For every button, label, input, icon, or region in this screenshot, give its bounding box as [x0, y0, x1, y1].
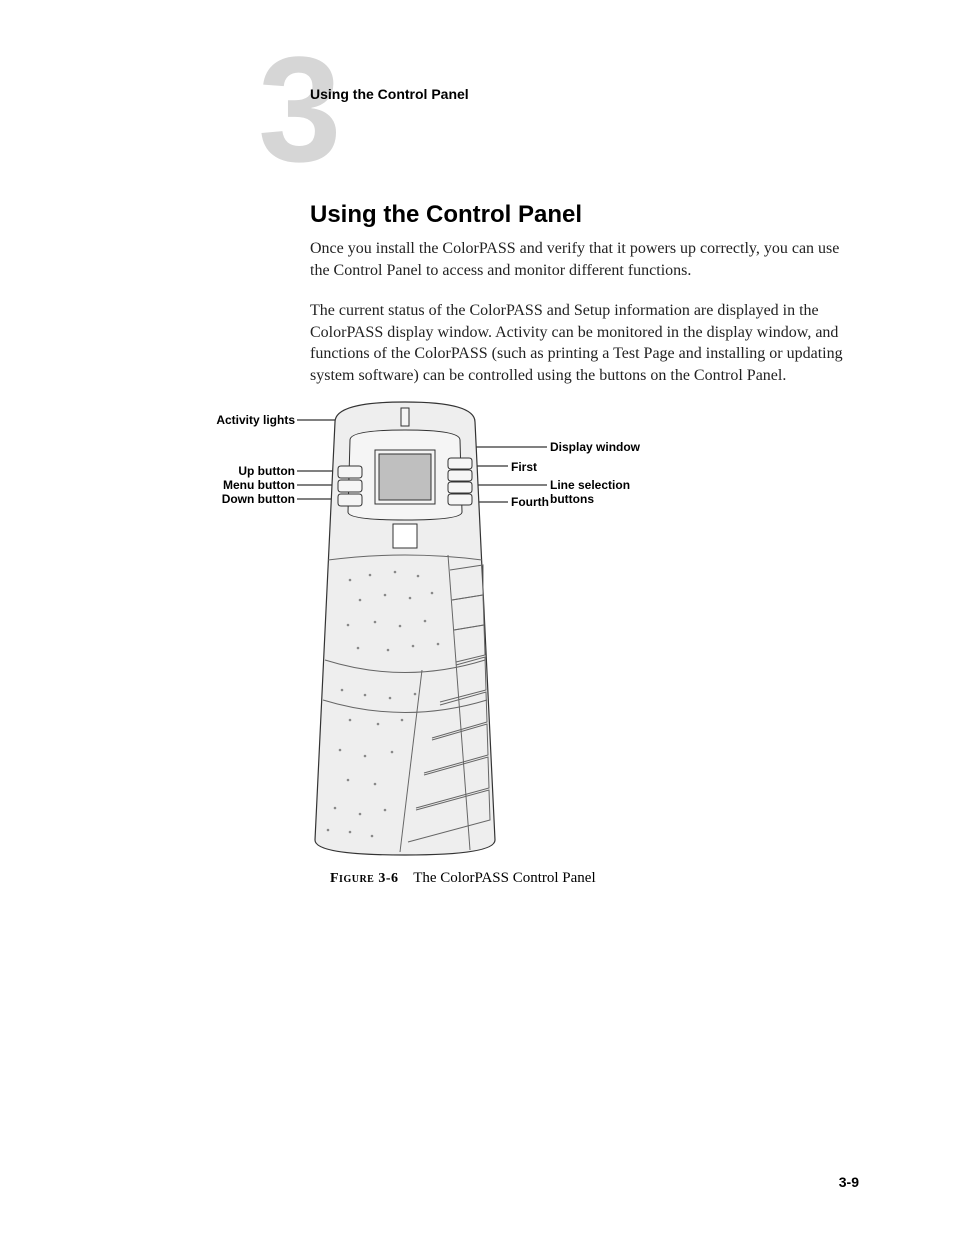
body-paragraph-1: Once you install the ColorPASS and verif…	[310, 238, 850, 281]
callout-fourth: Fourth	[511, 495, 549, 509]
chapter-number: 3	[258, 34, 341, 184]
callout-up-button: Up button	[200, 464, 295, 478]
section-heading: Using the Control Panel	[310, 201, 582, 229]
callout-line-selection: Line selection	[550, 478, 630, 492]
callout-display-window: Display window	[550, 440, 640, 454]
callout-activity-lights: Activity lights	[195, 413, 295, 427]
body-paragraph-2: The current status of the ColorPASS and …	[310, 300, 850, 386]
callout-buttons: buttons	[550, 492, 594, 506]
callout-menu-button: Menu button	[200, 478, 295, 492]
running-header: Using the Control Panel	[310, 86, 469, 102]
callout-down-button: Down button	[200, 492, 295, 506]
callout-first: First	[511, 460, 537, 474]
figure-control-panel: Activity lights Up button Menu button Do…	[200, 400, 760, 860]
figure-caption-label: Figure 3-6	[330, 871, 399, 886]
figure-caption-text: The ColorPASS Control Panel	[413, 870, 595, 886]
figure-caption: Figure 3-6 The ColorPASS Control Panel	[330, 870, 596, 887]
page-number: 3-9	[839, 1174, 859, 1190]
